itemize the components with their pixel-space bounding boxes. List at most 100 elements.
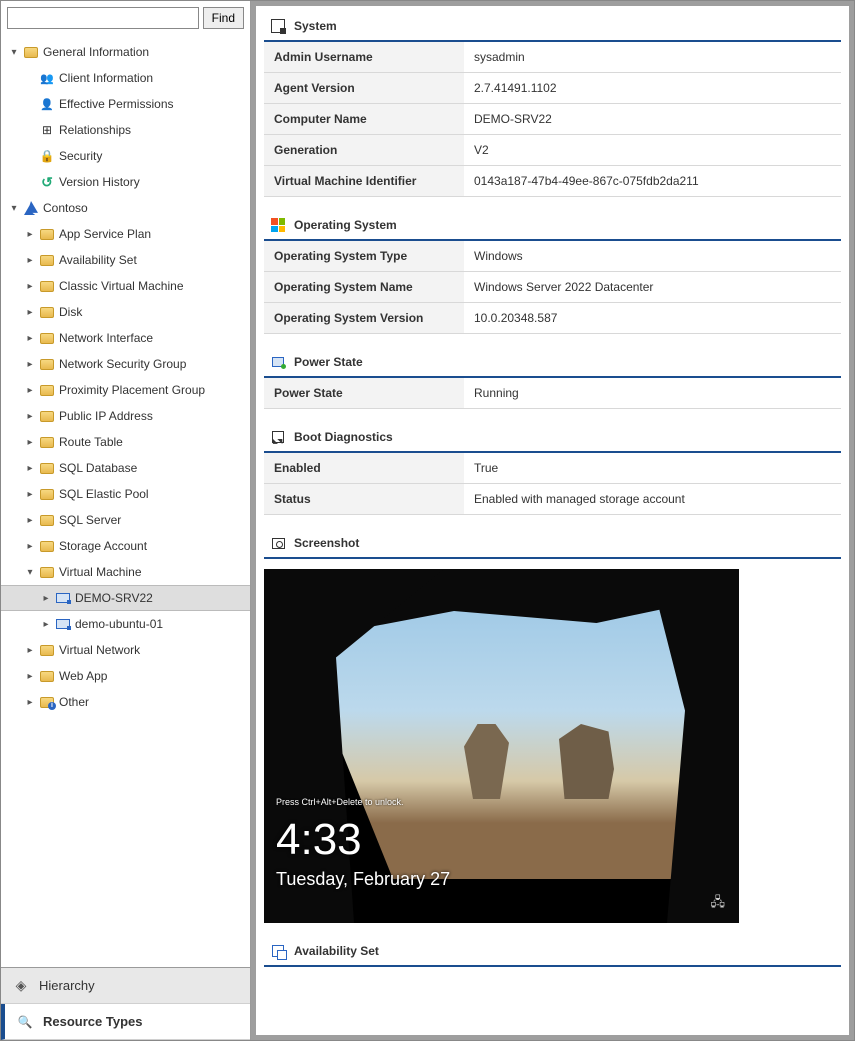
tree-label: demo-ubuntu-01 bbox=[75, 617, 163, 631]
tree-item-storage-account[interactable]: ▸ Storage Account bbox=[1, 533, 250, 559]
tree-item-client-information[interactable]: ▸ Client Information bbox=[1, 65, 250, 91]
tab-label: Resource Types bbox=[43, 1014, 142, 1029]
folder-icon bbox=[39, 642, 55, 658]
property-key: Operating System Version bbox=[264, 303, 464, 334]
tree-item-sql-elastic-pool[interactable]: ▸ SQL Elastic Pool bbox=[1, 481, 250, 507]
tree-item-proximity-placement-group[interactable]: ▸ Proximity Placement Group bbox=[1, 377, 250, 403]
tree-item-route-table[interactable]: ▸ Route Table bbox=[1, 429, 250, 455]
tree-item-disk[interactable]: ▸ Disk bbox=[1, 299, 250, 325]
lock-screen-time: 4:33 bbox=[276, 815, 362, 865]
tree-item-sql-database[interactable]: ▸ SQL Database bbox=[1, 455, 250, 481]
caret-down-icon[interactable]: ▾ bbox=[7, 203, 21, 214]
property-key: Virtual Machine Identifier bbox=[264, 166, 464, 197]
tree-label: Security bbox=[59, 149, 102, 163]
tree-label: Effective Permissions bbox=[59, 97, 174, 111]
vm-icon bbox=[55, 590, 71, 606]
property-value: Windows Server 2022 Datacenter bbox=[464, 272, 841, 303]
table-row: Power StateRunning bbox=[264, 378, 841, 409]
table-row: Agent Version2.7.41491.1102 bbox=[264, 73, 841, 104]
caret-right-icon[interactable]: ▸ bbox=[23, 333, 37, 344]
tree-item-app-service-plan[interactable]: ▸ App Service Plan bbox=[1, 221, 250, 247]
permissions-icon bbox=[39, 96, 55, 112]
history-icon bbox=[39, 174, 55, 190]
caret-right-icon[interactable]: ▸ bbox=[39, 619, 53, 630]
tree-label: Availability Set bbox=[59, 253, 137, 267]
folder-icon bbox=[23, 44, 39, 60]
details-pane: System Admin Usernamesysadmin Agent Vers… bbox=[251, 1, 854, 1040]
lock-icon bbox=[39, 148, 55, 164]
tree-item-demo-srv22[interactable]: ▸ DEMO-SRV22 bbox=[1, 585, 250, 611]
power-table: Power StateRunning bbox=[264, 378, 841, 409]
section-title: Availability Set bbox=[294, 944, 379, 958]
tree-item-virtual-machine[interactable]: ▾ Virtual Machine bbox=[1, 559, 250, 585]
tree-item-availability-set[interactable]: ▸ Availability Set bbox=[1, 247, 250, 273]
folder-info-icon bbox=[39, 694, 55, 710]
tree-label: Proximity Placement Group bbox=[59, 383, 205, 397]
windows-icon bbox=[270, 217, 286, 233]
tree-item-web-app[interactable]: ▸ Web App bbox=[1, 663, 250, 689]
folder-icon bbox=[39, 512, 55, 528]
tab-label: Hierarchy bbox=[39, 978, 95, 993]
network-icon: 🖧 bbox=[711, 893, 726, 915]
tree-item-relationships[interactable]: ▸ Relationships bbox=[1, 117, 250, 143]
caret-right-icon[interactable]: ▸ bbox=[23, 281, 37, 292]
tab-hierarchy[interactable]: Hierarchy bbox=[1, 968, 250, 1004]
tree-label: Route Table bbox=[59, 435, 123, 449]
caret-right-icon[interactable]: ▸ bbox=[39, 593, 53, 604]
caret-right-icon[interactable]: ▸ bbox=[23, 645, 37, 656]
power-icon bbox=[270, 354, 286, 370]
search-bar: Find bbox=[1, 1, 250, 35]
caret-right-icon[interactable]: ▸ bbox=[23, 437, 37, 448]
caret-right-icon[interactable]: ▸ bbox=[23, 697, 37, 708]
tree-item-contoso[interactable]: ▾ Contoso bbox=[1, 195, 250, 221]
tree-item-network-interface[interactable]: ▸ Network Interface bbox=[1, 325, 250, 351]
caret-right-icon[interactable]: ▸ bbox=[23, 515, 37, 526]
caret-down-icon[interactable]: ▾ bbox=[7, 47, 21, 58]
caret-right-icon[interactable]: ▸ bbox=[23, 671, 37, 682]
caret-right-icon[interactable]: ▸ bbox=[23, 489, 37, 500]
section-power-state: Power State Power StateRunning bbox=[264, 348, 841, 409]
caret-right-icon[interactable]: ▸ bbox=[23, 307, 37, 318]
caret-right-icon[interactable]: ▸ bbox=[23, 463, 37, 474]
tree-item-virtual-network[interactable]: ▸ Virtual Network bbox=[1, 637, 250, 663]
tree-item-public-ip-address[interactable]: ▸ Public IP Address bbox=[1, 403, 250, 429]
table-row: StatusEnabled with managed storage accou… bbox=[264, 484, 841, 515]
find-button[interactable]: Find bbox=[203, 7, 244, 29]
section-title: Power State bbox=[294, 355, 363, 369]
tree-item-network-security-group[interactable]: ▸ Network Security Group bbox=[1, 351, 250, 377]
table-row: EnabledTrue bbox=[264, 453, 841, 484]
tree-item-effective-permissions[interactable]: ▸ Effective Permissions bbox=[1, 91, 250, 117]
tab-resource-types[interactable]: Resource Types bbox=[1, 1004, 250, 1040]
property-value: DEMO-SRV22 bbox=[464, 104, 841, 135]
caret-right-icon[interactable]: ▸ bbox=[23, 541, 37, 552]
tree-item-classic-virtual-machine[interactable]: ▸ Classic Virtual Machine bbox=[1, 273, 250, 299]
caret-right-icon[interactable]: ▸ bbox=[23, 385, 37, 396]
tree-item-general-information[interactable]: ▾ General Information bbox=[1, 39, 250, 65]
caret-right-icon[interactable]: ▸ bbox=[23, 411, 37, 422]
boot-table: EnabledTrue StatusEnabled with managed s… bbox=[264, 453, 841, 515]
people-icon bbox=[39, 70, 55, 86]
vm-icon bbox=[55, 616, 71, 632]
table-row: Computer NameDEMO-SRV22 bbox=[264, 104, 841, 135]
property-value: Windows bbox=[464, 241, 841, 272]
caret-right-icon[interactable]: ▸ bbox=[23, 229, 37, 240]
tree-item-demo-ubuntu-01[interactable]: ▸ demo-ubuntu-01 bbox=[1, 611, 250, 637]
tree-label: Storage Account bbox=[59, 539, 147, 553]
tree-item-version-history[interactable]: ▸ Version History bbox=[1, 169, 250, 195]
tree-label: Public IP Address bbox=[59, 409, 153, 423]
tree-item-other[interactable]: ▸ Other bbox=[1, 689, 250, 715]
folder-icon bbox=[39, 434, 55, 450]
relationships-icon bbox=[39, 122, 55, 138]
section-availability-set: Availability Set bbox=[264, 937, 841, 967]
table-row: Operating System NameWindows Server 2022… bbox=[264, 272, 841, 303]
search-input[interactable] bbox=[7, 7, 199, 29]
property-key: Computer Name bbox=[264, 104, 464, 135]
caret-right-icon[interactable]: ▸ bbox=[23, 255, 37, 266]
caret-right-icon[interactable]: ▸ bbox=[23, 359, 37, 370]
caret-down-icon[interactable]: ▾ bbox=[23, 567, 37, 578]
tree-label: General Information bbox=[43, 45, 149, 59]
tree-item-security[interactable]: ▸ Security bbox=[1, 143, 250, 169]
tree-item-sql-server[interactable]: ▸ SQL Server bbox=[1, 507, 250, 533]
navigation-tree: ▾ General Information ▸ Client Informati… bbox=[1, 35, 250, 967]
details-scroll[interactable]: System Admin Usernamesysadmin Agent Vers… bbox=[256, 6, 849, 1035]
